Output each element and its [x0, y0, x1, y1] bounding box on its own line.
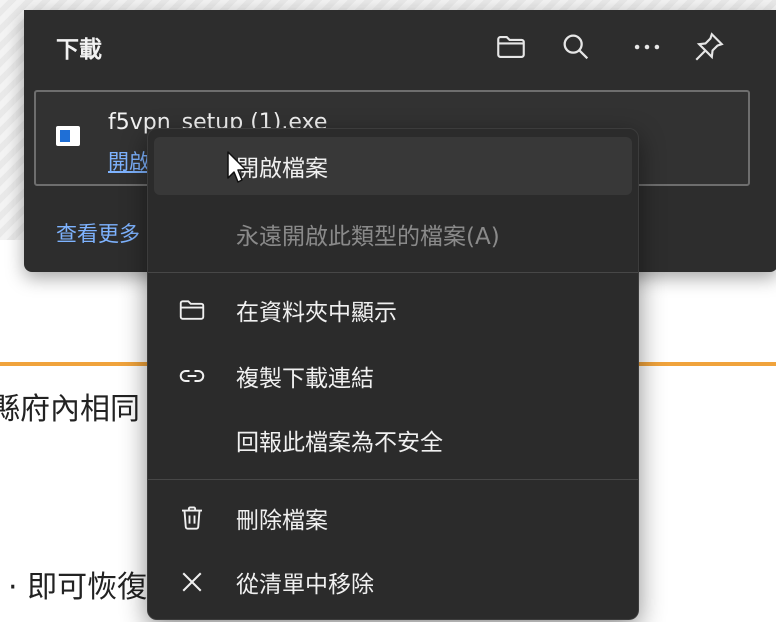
close-icon — [176, 566, 208, 598]
link-icon — [176, 360, 208, 392]
trash-icon — [176, 502, 208, 534]
menu-item-show-in-folder[interactable]: 在資料夾中顯示 — [154, 281, 632, 339]
menu-item-always-open[interactable]: 永遠開啟此類型的檔案(A) — [154, 205, 632, 263]
menu-item-label: 刪除檔案 — [236, 508, 328, 534]
menu-item-label: 複製下載連結 — [236, 366, 374, 392]
more-icon — [634, 44, 660, 50]
downloads-title: 下載 — [56, 37, 102, 63]
open-downloads-folder-button[interactable] — [492, 28, 530, 66]
page-text-line: · 即可恢復 — [8, 570, 148, 605]
menu-item-label: 在資料夾中顯示 — [236, 300, 397, 326]
search-icon — [563, 34, 589, 60]
download-context-menu: 開啟檔案 永遠開啟此類型的檔案(A) 在資料夾中顯示 複製下載連結 回報此檔案為… — [147, 128, 639, 620]
search-downloads-button[interactable] — [557, 28, 595, 66]
menu-item-label: 永遠開啟此類型的檔案(A) — [236, 224, 500, 250]
exe-file-icon — [56, 126, 80, 146]
menu-item-label: 開啟檔案 — [236, 156, 328, 182]
menu-item-label: 從清單中移除 — [236, 572, 374, 598]
see-more-link[interactable]: 查看更多 — [56, 218, 140, 248]
more-options-button[interactable] — [628, 28, 666, 66]
menu-separator — [148, 479, 638, 480]
menu-item-report-unsafe[interactable]: 回報此檔案為不安全 — [154, 411, 632, 469]
menu-item-copy-link[interactable]: 複製下載連結 — [154, 347, 632, 405]
pin-icon — [695, 32, 724, 61]
mouse-cursor-icon — [227, 151, 247, 183]
menu-item-delete-file[interactable]: 刪除檔案 — [154, 489, 632, 547]
folder-icon — [176, 294, 208, 326]
folder-icon — [497, 36, 525, 58]
menu-separator — [148, 272, 638, 273]
page-text-line: 縣府內相同 — [0, 392, 140, 427]
menu-item-label: 回報此檔案為不安全 — [236, 430, 443, 456]
pin-button[interactable] — [690, 28, 728, 66]
menu-item-remove-from-list[interactable]: 從清單中移除 — [154, 553, 632, 611]
